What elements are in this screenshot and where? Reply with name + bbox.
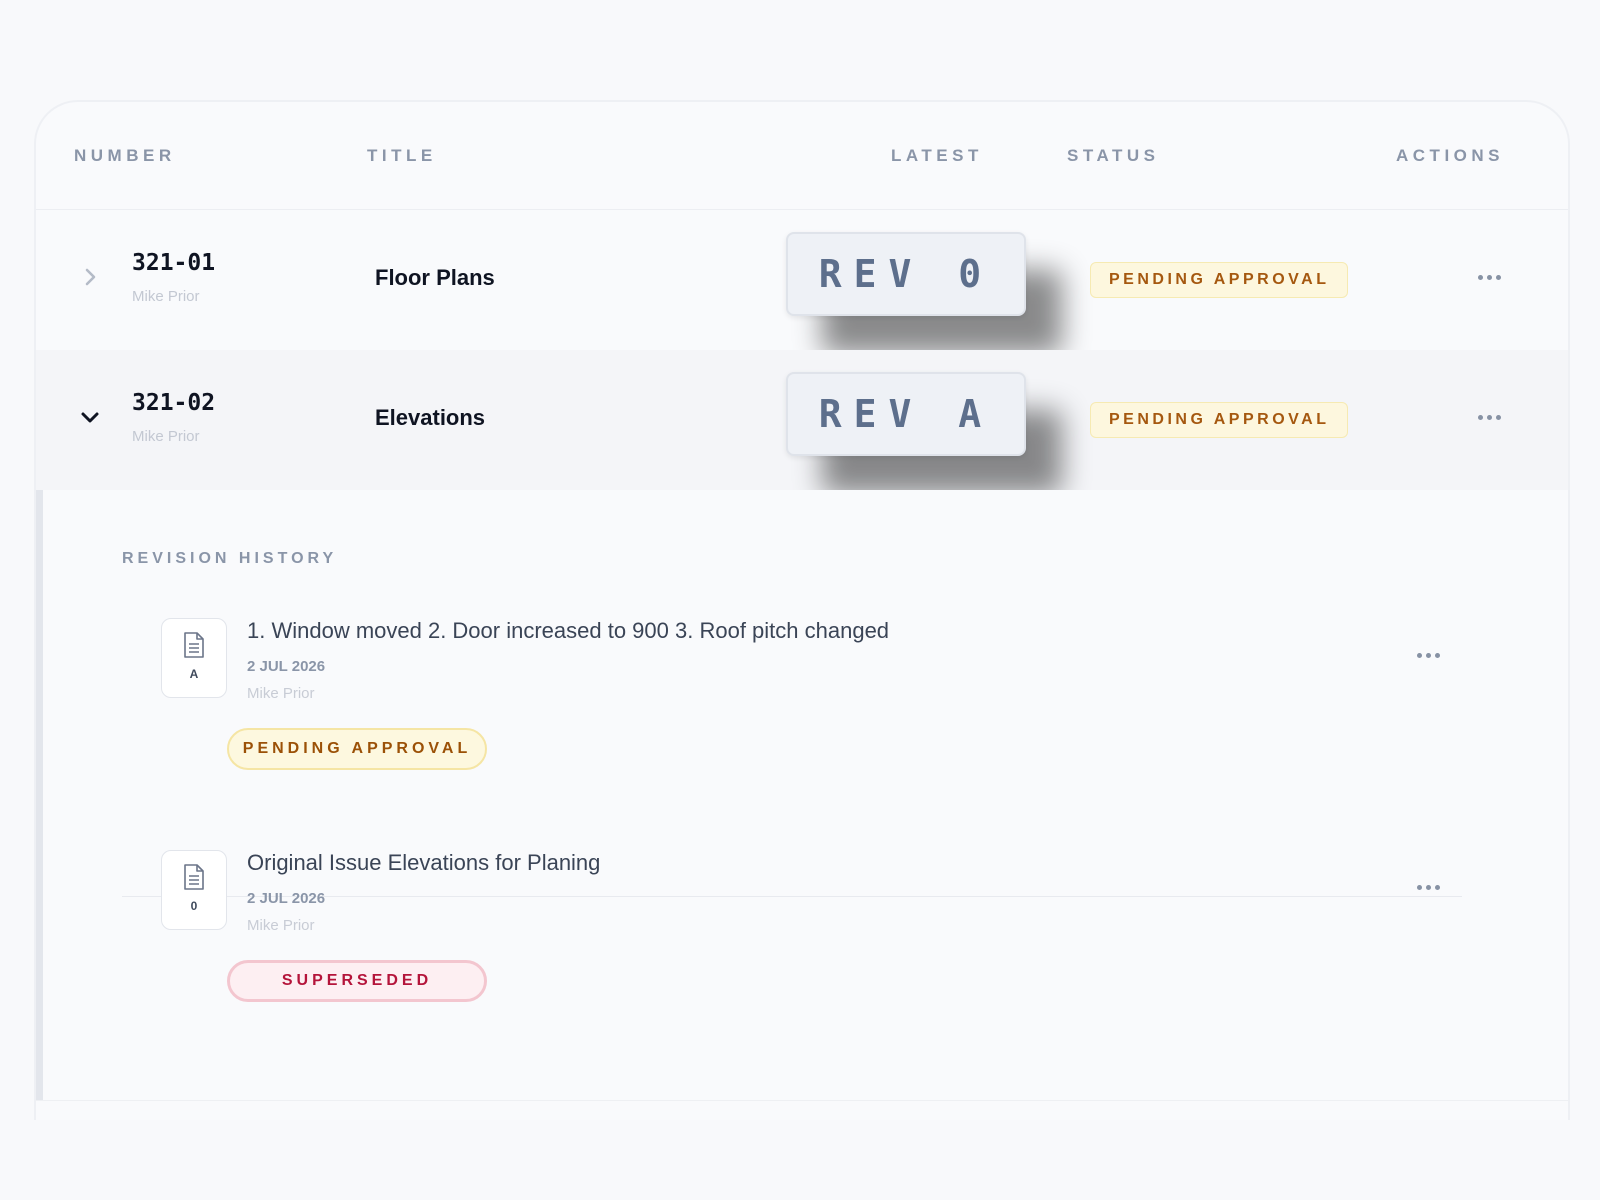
more-horizontal-icon[interactable] bbox=[1474, 410, 1504, 424]
table-header: NUMBER TITLE LATEST STATUS ACTIONS bbox=[36, 102, 1568, 210]
revision-description: Original Issue Elevations for Planing bbox=[247, 850, 601, 875]
drawing-title: Floor Plans bbox=[375, 265, 495, 290]
status-badge: PENDING APPROVAL bbox=[1090, 262, 1349, 298]
revision-letter: 0 bbox=[190, 899, 198, 913]
column-header-actions: ACTIONS bbox=[1396, 146, 1504, 165]
revision-date: 2 JUL 2026 bbox=[247, 890, 326, 907]
drawing-register-table: NUMBER TITLE LATEST STATUS ACTIONS 321-0… bbox=[34, 100, 1570, 1120]
more-horizontal-icon[interactable] bbox=[1413, 648, 1443, 662]
document-icon[interactable]: 0 bbox=[161, 850, 227, 930]
revision-author: Mike Prior bbox=[247, 917, 315, 934]
revision-item[interactable]: A 1. Window moved 2. Door increased to 9… bbox=[43, 618, 1568, 838]
chevron-right-icon[interactable] bbox=[78, 265, 102, 289]
column-header-status[interactable]: STATUS bbox=[1067, 146, 1159, 166]
column-header-title[interactable]: TITLE bbox=[367, 146, 437, 166]
revision-letter: A bbox=[189, 667, 199, 681]
status-badge: SUPERSEDED bbox=[227, 960, 487, 1002]
column-header-number[interactable]: NUMBER bbox=[74, 146, 176, 166]
column-header-latest[interactable]: LATEST bbox=[891, 146, 983, 166]
table-row[interactable]: 321-02 Mike Prior Elevations REV A PENDI… bbox=[36, 350, 1568, 490]
document-icon[interactable]: A bbox=[161, 618, 227, 698]
drawing-author: Mike Prior bbox=[132, 428, 200, 445]
drawing-number: 321-01 bbox=[132, 250, 216, 276]
more-horizontal-icon[interactable] bbox=[1413, 880, 1443, 894]
revision-date: 2 JUL 2026 bbox=[247, 658, 326, 675]
drawing-author: Mike Prior bbox=[132, 288, 200, 305]
chevron-down-icon[interactable] bbox=[78, 405, 102, 429]
drawing-number: 321-02 bbox=[132, 390, 216, 416]
revision-history-label: REVISION HISTORY bbox=[122, 550, 338, 567]
latest-revision-badge: REV 0 bbox=[786, 232, 1026, 316]
latest-revision-badge: REV A bbox=[786, 372, 1026, 456]
drawing-title: Elevations bbox=[375, 405, 486, 430]
panel-footer-divider bbox=[36, 1100, 1568, 1120]
more-horizontal-icon[interactable] bbox=[1474, 270, 1504, 284]
revision-history-panel: REVISION HISTORY A 1. Window moved 2. Do… bbox=[36, 490, 1568, 1100]
table-row[interactable]: 321-01 Mike Prior Floor Plans REV 0 PEND… bbox=[36, 210, 1568, 350]
status-badge: PENDING APPROVAL bbox=[227, 728, 487, 770]
status-badge: PENDING APPROVAL bbox=[1090, 402, 1349, 438]
revision-item[interactable]: 0 Original Issue Elevations for Planing … bbox=[43, 850, 1568, 1070]
revision-author: Mike Prior bbox=[247, 685, 315, 702]
revision-description: 1. Window moved 2. Door increased to 900… bbox=[247, 618, 890, 643]
